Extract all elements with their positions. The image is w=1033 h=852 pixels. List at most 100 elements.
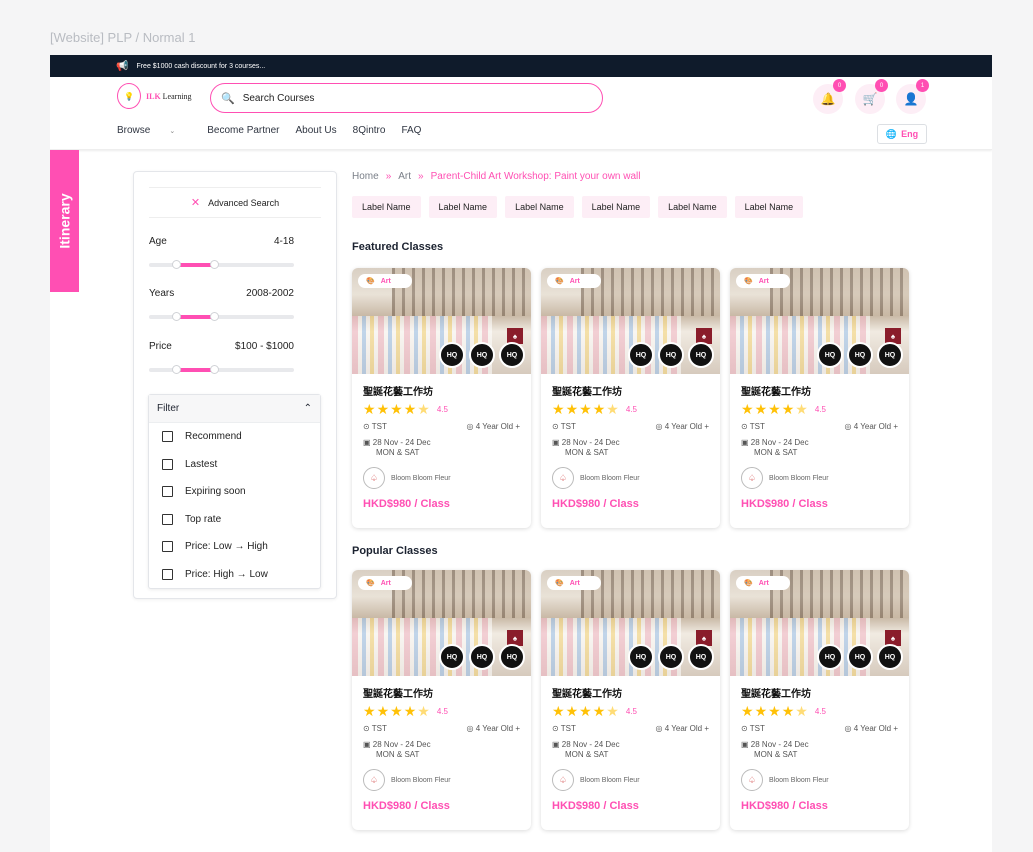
- schedule: ▣ 28 Nov - 24 Dec MON & SAT: [741, 438, 809, 457]
- rating: ★ ★ ★ ★ ★ 4.5: [363, 402, 520, 416]
- filter-option[interactable]: Lastest: [149, 451, 320, 479]
- price-max-handle[interactable]: [210, 365, 219, 374]
- price-slider[interactable]: [149, 365, 294, 374]
- label-chip[interactable]: Label Name: [734, 196, 804, 218]
- filter-option[interactable]: Price: Low → High: [149, 533, 320, 561]
- hq-badge-icon: HQ: [499, 644, 525, 670]
- palette-icon: 🎨: [744, 580, 753, 587]
- organizer[interactable]: ♤ Bloom Bloom Fleur: [552, 769, 709, 791]
- checkbox[interactable]: [162, 541, 173, 553]
- organizer[interactable]: ♤ Bloom Bloom Fleur: [363, 467, 520, 489]
- nav-about-us[interactable]: About Us: [296, 125, 337, 136]
- class-price: HKD$980 / Class: [741, 800, 828, 812]
- class-price: HKD$980 / Class: [363, 800, 450, 812]
- class-card[interactable]: 🎨 Art ♠ HQ HQ HQ 聖誕花藝工作坊 ★ ★ ★ ★ ★ 4.5 ⊙ TST …: [730, 570, 909, 830]
- category-tag: 🎨 Art: [358, 274, 412, 288]
- label-chip[interactable]: Label Name: [505, 196, 574, 218]
- breadcrumb-home[interactable]: Home: [352, 171, 379, 182]
- filter-option[interactable]: Expiring soon: [149, 478, 320, 506]
- checkbox[interactable]: [162, 458, 173, 470]
- organizer[interactable]: ♤ Bloom Bloom Fleur: [741, 467, 898, 489]
- years-range: Years 2008-2002: [149, 288, 294, 321]
- star-icon: ★: [579, 401, 592, 417]
- filter-option[interactable]: Top rate: [149, 506, 320, 534]
- hq-badge-icon: HQ: [469, 342, 495, 368]
- class-title: 聖誕花藝工作坊: [552, 689, 622, 700]
- main-nav: Browse ⌄ Become Partner About Us 8Qintro …: [117, 125, 437, 136]
- hq-badge-icon: HQ: [688, 342, 714, 368]
- label-chip[interactable]: Label Name: [428, 196, 498, 218]
- checkbox[interactable]: [162, 486, 173, 498]
- location: ⊙ TST: [741, 422, 765, 431]
- nav-browse[interactable]: Browse ⌄: [117, 125, 191, 136]
- age-range: ◎ 4 Year Old +: [655, 724, 709, 733]
- class-title: 聖誕花藝工作坊: [363, 689, 433, 700]
- schedule: ▣ 28 Nov - 24 Dec MON & SAT: [363, 740, 431, 759]
- years-slider[interactable]: [149, 312, 294, 321]
- chevron-down-icon: ⌄: [169, 128, 176, 135]
- location: ⊙ TST: [363, 724, 387, 733]
- double-chevron-right-icon: »: [385, 171, 392, 182]
- search-input[interactable]: [242, 92, 563, 104]
- class-image: 🎨 Art ♠ HQ HQ HQ: [541, 268, 720, 374]
- calendar-icon: ▣: [552, 740, 560, 749]
- advanced-search-label: Advanced Search: [208, 197, 280, 208]
- user-button[interactable]: 👤 1: [896, 79, 929, 114]
- years-min-handle[interactable]: [172, 312, 181, 321]
- palette-icon: 🎨: [744, 278, 753, 285]
- calendar-icon: ▣: [363, 438, 371, 447]
- cart-icon: 🛒: [862, 92, 878, 106]
- class-card[interactable]: 🎨 Art ♠ HQ HQ HQ 聖誕花藝工作坊 ★ ★ ★ ★ ★ 4.5 ⊙ TST …: [730, 268, 909, 528]
- label-chip[interactable]: Label Name: [581, 196, 651, 218]
- filter-option[interactable]: Recommend: [149, 423, 320, 451]
- class-title: 聖誕花藝工作坊: [741, 387, 811, 398]
- hq-badge-icon: HQ: [658, 644, 684, 670]
- organizer[interactable]: ♤ Bloom Bloom Fleur: [741, 769, 898, 791]
- price-value: $100 - $1000: [235, 341, 294, 352]
- language-button[interactable]: 🌐 Eng: [877, 124, 927, 144]
- search-bar[interactable]: 🔍: [210, 83, 603, 113]
- nav-8qintro[interactable]: 8Qintro: [353, 125, 386, 136]
- hq-badge-icon: HQ: [877, 342, 903, 368]
- checkbox[interactable]: [162, 513, 173, 525]
- schedule: ▣ 28 Nov - 24 Dec MON & SAT: [363, 438, 431, 457]
- itinerary-tab[interactable]: Itinerary: [50, 150, 79, 292]
- age-slider[interactable]: [149, 260, 294, 269]
- star-icon: ★: [390, 703, 403, 719]
- filter-header[interactable]: Filter ⌃: [149, 395, 320, 423]
- age-max-handle[interactable]: [210, 260, 219, 269]
- cart-button[interactable]: 🛒 0: [855, 79, 888, 114]
- schedule: ▣ 28 Nov - 24 Dec MON & SAT: [552, 740, 620, 759]
- class-card[interactable]: 🎨 Art ♠ HQ HQ HQ 聖誕花藝工作坊 ★ ★ ★ ★ ★ 4.5 ⊙ TST …: [352, 570, 531, 830]
- checkbox[interactable]: [162, 568, 173, 580]
- nav-faq[interactable]: FAQ: [401, 125, 421, 136]
- years-max-handle[interactable]: [210, 312, 219, 321]
- checkbox[interactable]: [162, 431, 173, 443]
- notification-button[interactable]: 🔔 0: [813, 79, 846, 114]
- hq-badge-icon: HQ: [688, 644, 714, 670]
- organizer-name: Bloom Bloom Fleur: [769, 776, 829, 784]
- price-min-handle[interactable]: [172, 365, 181, 374]
- star-icon: ★: [363, 703, 376, 719]
- nav-become-partner[interactable]: Become Partner: [207, 125, 279, 136]
- organizer-name: Bloom Bloom Fleur: [580, 776, 640, 784]
- class-image: 🎨 Art ♠ HQ HQ HQ: [541, 570, 720, 676]
- organizer-avatar: ♤: [552, 467, 574, 489]
- breadcrumb-art[interactable]: Art: [398, 171, 411, 182]
- label-chip[interactable]: Label Name: [658, 196, 727, 218]
- advanced-search-button[interactable]: ✕ Advanced Search: [149, 187, 321, 218]
- hq-badge-icon: HQ: [499, 342, 525, 368]
- price-range: Price $100 - $1000: [149, 341, 294, 374]
- organizer[interactable]: ♤ Bloom Bloom Fleur: [552, 467, 709, 489]
- class-card[interactable]: 🎨 Art ♠ HQ HQ HQ 聖誕花藝工作坊 ★ ★ ★ ★ ★ 4.5 ⊙ TST …: [352, 268, 531, 528]
- hq-badges: HQ HQ HQ: [628, 342, 714, 368]
- rating-value: 4.5: [436, 404, 448, 414]
- class-image: 🎨 Art ♠ HQ HQ HQ: [352, 268, 531, 374]
- filter-option[interactable]: Price: High → Low: [149, 561, 320, 589]
- label-chip[interactable]: Label Name: [352, 196, 421, 218]
- age-min-handle[interactable]: [172, 260, 181, 269]
- class-card[interactable]: 🎨 Art ♠ HQ HQ HQ 聖誕花藝工作坊 ★ ★ ★ ★ ★ 4.5 ⊙ TST …: [541, 268, 720, 528]
- class-card[interactable]: 🎨 Art ♠ HQ HQ HQ 聖誕花藝工作坊 ★ ★ ★ ★ ★ 4.5 ⊙ TST …: [541, 570, 720, 830]
- logo[interactable]: 💡 ILK Learning: [117, 83, 192, 109]
- organizer[interactable]: ♤ Bloom Bloom Fleur: [363, 769, 520, 791]
